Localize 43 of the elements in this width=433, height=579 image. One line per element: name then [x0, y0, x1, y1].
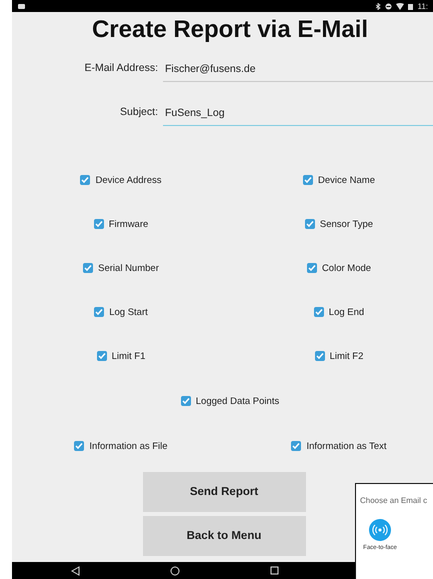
home-icon[interactable] — [170, 566, 180, 576]
battery-icon — [408, 2, 414, 10]
checkbox-label: Sensor Type — [320, 218, 374, 230]
checkbox[interactable] — [74, 441, 84, 451]
checkbox-label: Limit F2 — [330, 350, 364, 362]
wifi-icon — [396, 2, 404, 10]
dnd-icon — [385, 2, 392, 10]
input-field[interactable]: FuSens_Log — [163, 103, 433, 126]
checkbox-label: Information as File — [89, 440, 168, 452]
checkbox[interactable] — [94, 307, 104, 317]
checkbox-label: Device Name — [318, 174, 376, 186]
checkbox-label: Log End — [328, 306, 364, 318]
status-time: 11: — [417, 2, 428, 10]
checkbox[interactable] — [304, 219, 315, 229]
broadcast-icon[interactable] — [369, 519, 391, 541]
checkbox[interactable] — [83, 263, 94, 273]
dialog-title: Choose an Email c — [360, 496, 428, 505]
checkbox[interactable] — [291, 441, 302, 451]
checkbox-label: Logged Data Points — [196, 396, 280, 406]
checkbox[interactable] — [180, 396, 191, 406]
checkbox[interactable] — [96, 351, 107, 361]
checkbox[interactable] — [80, 175, 90, 185]
back-to-menu-button[interactable]: Back to Menu — [142, 516, 306, 556]
field-label: E-Mail Address: — [83, 62, 158, 76]
field-label: Subject: — [119, 106, 158, 120]
checkbox-label: Color Mode — [322, 262, 372, 274]
checkbox-label: Firmware — [108, 218, 148, 230]
checkbox[interactable] — [94, 219, 104, 229]
back-icon[interactable] — [71, 566, 80, 576]
checkbox[interactable] — [306, 263, 317, 273]
send-report-button[interactable]: Send Report — [142, 472, 306, 512]
checkbox[interactable] — [302, 175, 313, 185]
checkbox[interactable] — [314, 351, 325, 361]
input-field[interactable]: Fischer@fusens.de — [163, 59, 433, 82]
page-title: Create Report via E-Mail — [90, 16, 370, 44]
checkbox-label: Serial Number — [98, 262, 159, 274]
recents-icon[interactable] — [270, 566, 279, 575]
checkbox-label: Information as Text — [306, 440, 387, 452]
checkbox-label: Log Start — [109, 306, 148, 318]
checkbox-label: Limit F1 — [112, 350, 146, 362]
checkbox-label: Device Address — [95, 174, 162, 186]
checkbox[interactable] — [314, 307, 324, 317]
bluetooth-icon — [376, 2, 382, 10]
